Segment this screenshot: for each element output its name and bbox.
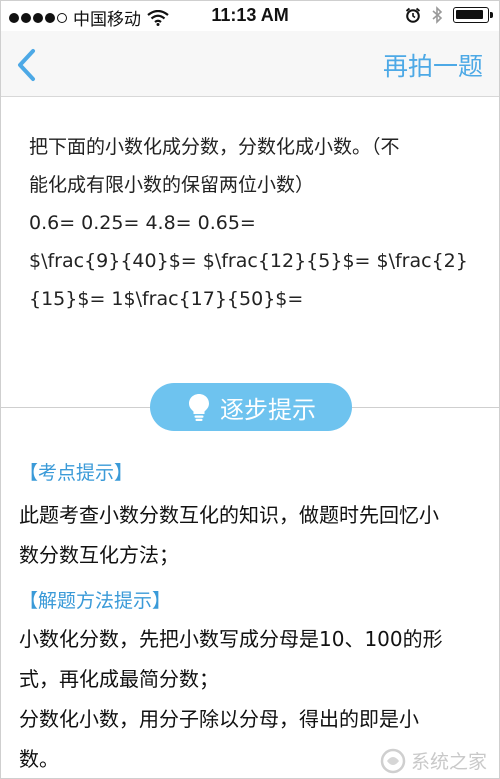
point-hint-body: 此题考查小数分数互化的知识，做题时先回忆小 数分数互化方法；: [19, 495, 483, 575]
battery-icon: [453, 7, 493, 23]
status-bar: 中国移动 11:13 AM: [1, 1, 499, 31]
watermark-logo-icon: [380, 748, 406, 773]
watermark-text: 系统之家: [410, 751, 487, 773]
point-hint-title: 【考点提示】: [19, 462, 134, 484]
method-hint-title: 【解题方法提示】: [19, 590, 172, 612]
question-panel: 把下面的小数化成分数，分数化成小数。（不 能化成有限小数的保留两位小数） 0.6…: [1, 98, 499, 408]
hint-line: 此题考查小数分数互化的知识，做题时先回忆小: [19, 503, 439, 527]
question-text: 把下面的小数化成分数，分数化成小数。（不 能化成有限小数的保留两位小数） 0.6…: [29, 128, 477, 318]
question-line: 0.6= 0.25= 4.8= 0.65=: [29, 212, 256, 234]
hint-line: 式，再化成最简分数；: [19, 667, 219, 691]
hint-line: 分数化小数，用分子除以分母，得出的即是小: [19, 707, 419, 731]
lightbulb-icon: [189, 394, 209, 421]
question-line: 把下面的小数化成分数，分数化成小数。（不: [29, 136, 400, 158]
battery-fill: [456, 10, 483, 19]
question-line: $\frac{9}{40}$= $\frac{12}{5}$= $\frac{2…: [29, 250, 468, 272]
hint-line: 数分数互化方法；: [19, 543, 179, 567]
hint-line: 小数化分数，先把小数写成分母是10、100的形: [19, 627, 443, 651]
app-frame: 中国移动 11:13 AM 再拍一题 把下面的小数化成分数，分数化成小数。（不 …: [0, 0, 500, 779]
question-line: {15}$= 1$\frac{17}{50}$=: [29, 288, 304, 310]
status-right: [405, 6, 493, 24]
step-hint-button[interactable]: 逐步提示: [150, 383, 352, 431]
retake-button[interactable]: 再拍一题: [383, 47, 483, 83]
alarm-icon: [405, 7, 421, 23]
nav-bar: 再拍一题: [1, 31, 499, 97]
step-hint-label: 逐步提示: [220, 395, 316, 424]
question-line: 能化成有限小数的保留两位小数）: [29, 174, 315, 196]
bluetooth-icon: [432, 6, 443, 24]
watermark: 系统之家: [380, 747, 487, 774]
chevron-left-icon[interactable]: [11, 45, 43, 85]
